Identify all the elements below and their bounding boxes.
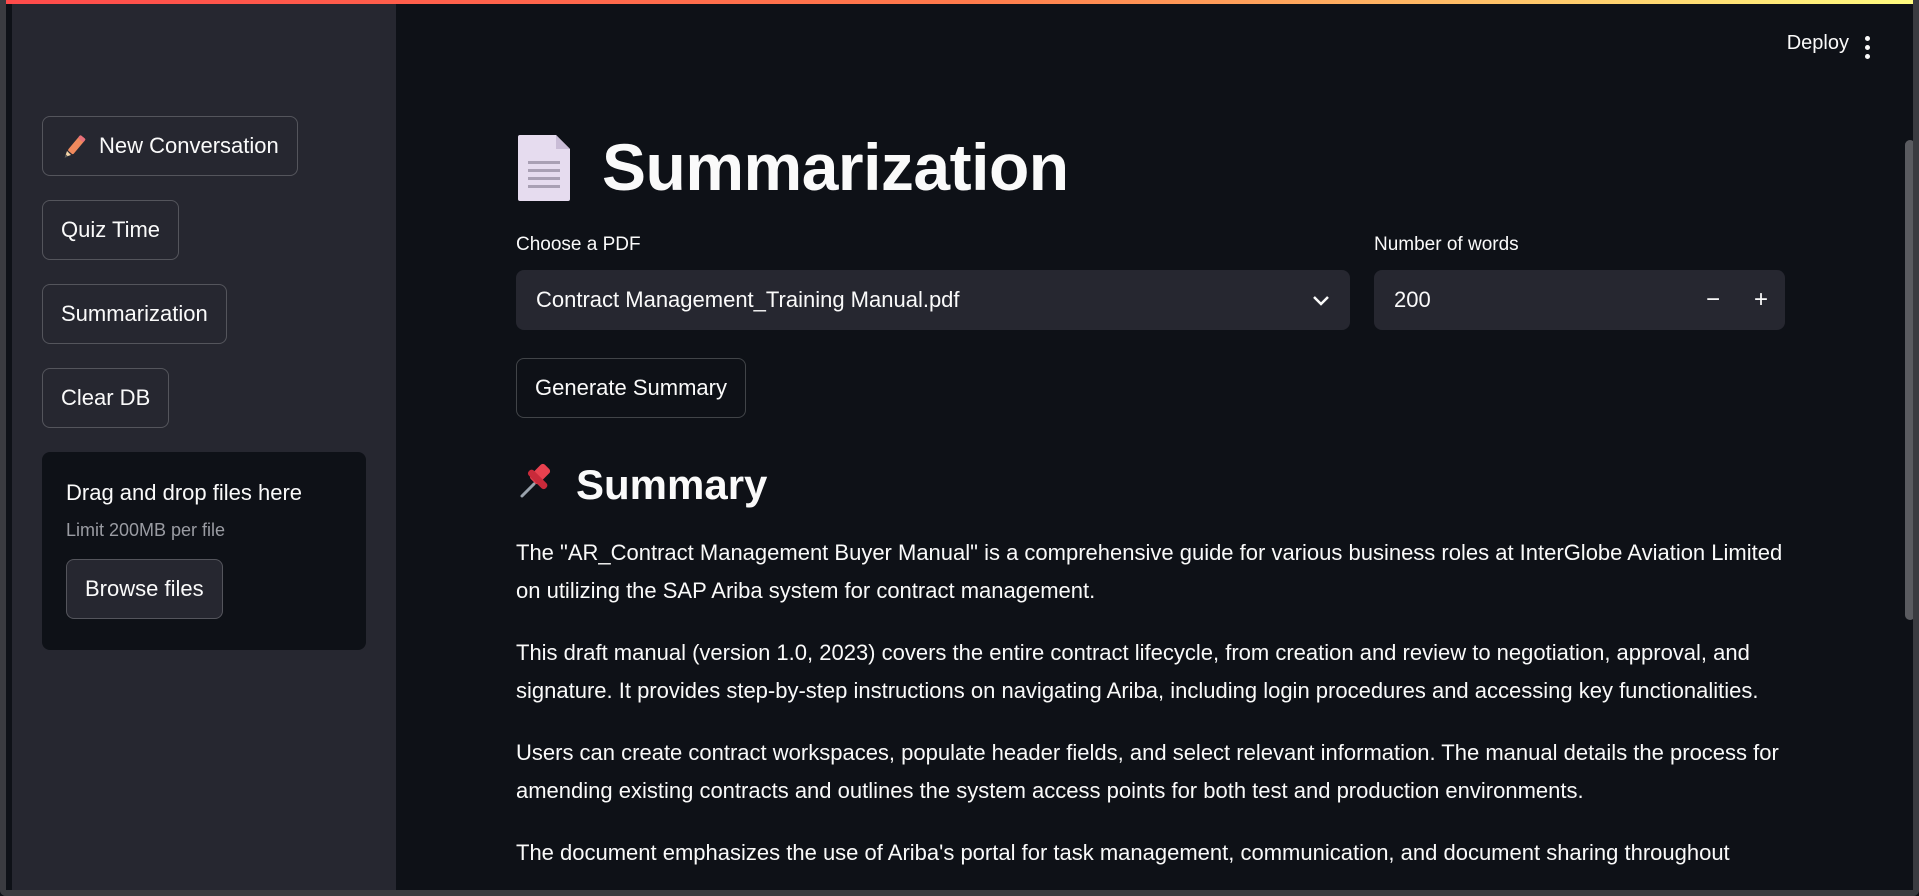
scrollbar[interactable] — [1905, 140, 1913, 620]
pushpin-icon — [516, 458, 560, 512]
kebab-menu-icon[interactable] — [1865, 36, 1871, 60]
decrement-button[interactable]: − — [1689, 270, 1737, 330]
clear-db-label: Clear DB — [61, 385, 151, 410]
summary-paragraph: Users can create contract workspaces, po… — [516, 740, 1779, 803]
new-conversation-label: New Conversation — [99, 133, 279, 158]
pencil-icon — [61, 132, 89, 160]
words-number-input[interactable]: 200 − + — [1374, 270, 1785, 330]
summary-paragraph: The document emphasizes the use of Ariba… — [516, 840, 1730, 865]
file-uploader-dropzone[interactable]: Drag and drop files here Limit 200MB per… — [42, 452, 366, 650]
top-accent-bar — [6, 0, 1913, 4]
page-title: Summarization — [602, 130, 1069, 204]
quiz-time-button[interactable]: Quiz Time — [42, 200, 180, 260]
sidebar: New Conversation Quiz Time Summarization… — [12, 4, 396, 890]
pdf-select-label: Choose a PDF — [516, 234, 641, 255]
summarization-button[interactable]: Summarization — [42, 284, 227, 344]
content: Summarization Choose a PDF Contract Mana… — [516, 122, 1786, 865]
summary-heading-text: Summary — [576, 461, 768, 508]
main-area: Deploy Summarization Choose a PDF Contra… — [396, 4, 1913, 890]
pdf-select[interactable]: Contract Management_Training Manual.pdf — [516, 270, 1350, 330]
words-input-group: Number of words 200 − + — [1374, 234, 1785, 330]
pdf-select-value: Contract Management_Training Manual.pdf — [536, 287, 960, 312]
summary-heading: Summary — [516, 458, 767, 512]
new-conversation-button[interactable]: New Conversation — [42, 116, 298, 176]
browse-files-button[interactable]: Browse files — [66, 559, 223, 619]
uploader-title: Drag and drop files here — [66, 480, 303, 505]
words-input-value[interactable]: 200 — [1394, 287, 1689, 313]
summary-text: The "AR_Contract Management Buyer Manual… — [516, 534, 1786, 890]
summary-paragraph: This draft manual (version 1.0, 2023) co… — [516, 640, 1759, 703]
summary-paragraph: The "AR_Contract Management Buyer Manual… — [516, 540, 1783, 603]
uploader-limit: Limit 200MB per file — [66, 520, 226, 540]
deploy-button[interactable]: Deploy — [1787, 32, 1849, 55]
app-window: New Conversation Quiz Time Summarization… — [0, 0, 1919, 896]
chevron-down-icon — [1312, 287, 1330, 313]
increment-button[interactable]: + — [1737, 270, 1785, 330]
document-icon — [516, 131, 574, 203]
summarization-label: Summarization — [61, 301, 208, 326]
pdf-select-group: Choose a PDF Contract Management_Trainin… — [516, 234, 1350, 330]
clear-db-button[interactable]: Clear DB — [42, 368, 170, 428]
quiz-time-label: Quiz Time — [61, 217, 161, 242]
generate-summary-button[interactable]: Generate Summary — [516, 358, 746, 418]
words-input-label: Number of words — [1374, 234, 1519, 255]
title-row: Summarization — [516, 122, 1786, 212]
